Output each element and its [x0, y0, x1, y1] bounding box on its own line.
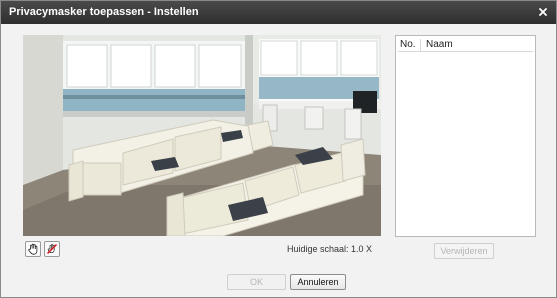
dialog-title: Privacymasker toepassen - Instellen — [9, 6, 199, 18]
title-bar[interactable]: Privacymasker toepassen - Instellen — [1, 1, 556, 24]
erase-mask-tool-button[interactable] — [44, 241, 60, 257]
camera-preview-image — [23, 35, 381, 236]
column-header-name[interactable]: Naam — [426, 39, 453, 50]
mask-list[interactable]: No. Naam — [395, 35, 536, 237]
close-icon — [539, 8, 547, 16]
mask-list-header: No. Naam — [398, 38, 533, 52]
privacy-mask-dialog: Privacymasker toepassen - Instellen No. … — [0, 0, 557, 298]
hand-tool-button[interactable] — [25, 241, 41, 257]
erase-mask-icon — [47, 244, 57, 254]
close-button[interactable] — [534, 3, 552, 21]
column-divider — [420, 39, 421, 51]
camera-preview[interactable] — [23, 35, 381, 236]
column-header-no[interactable]: No. — [400, 39, 416, 50]
delete-button[interactable]: Verwijderen — [434, 243, 494, 259]
current-scale-label: Huidige schaal: 1.0 X — [287, 244, 373, 254]
hand-icon — [28, 243, 38, 255]
ok-button[interactable]: OK — [227, 274, 286, 290]
cancel-button[interactable]: Annuleren — [290, 274, 346, 290]
